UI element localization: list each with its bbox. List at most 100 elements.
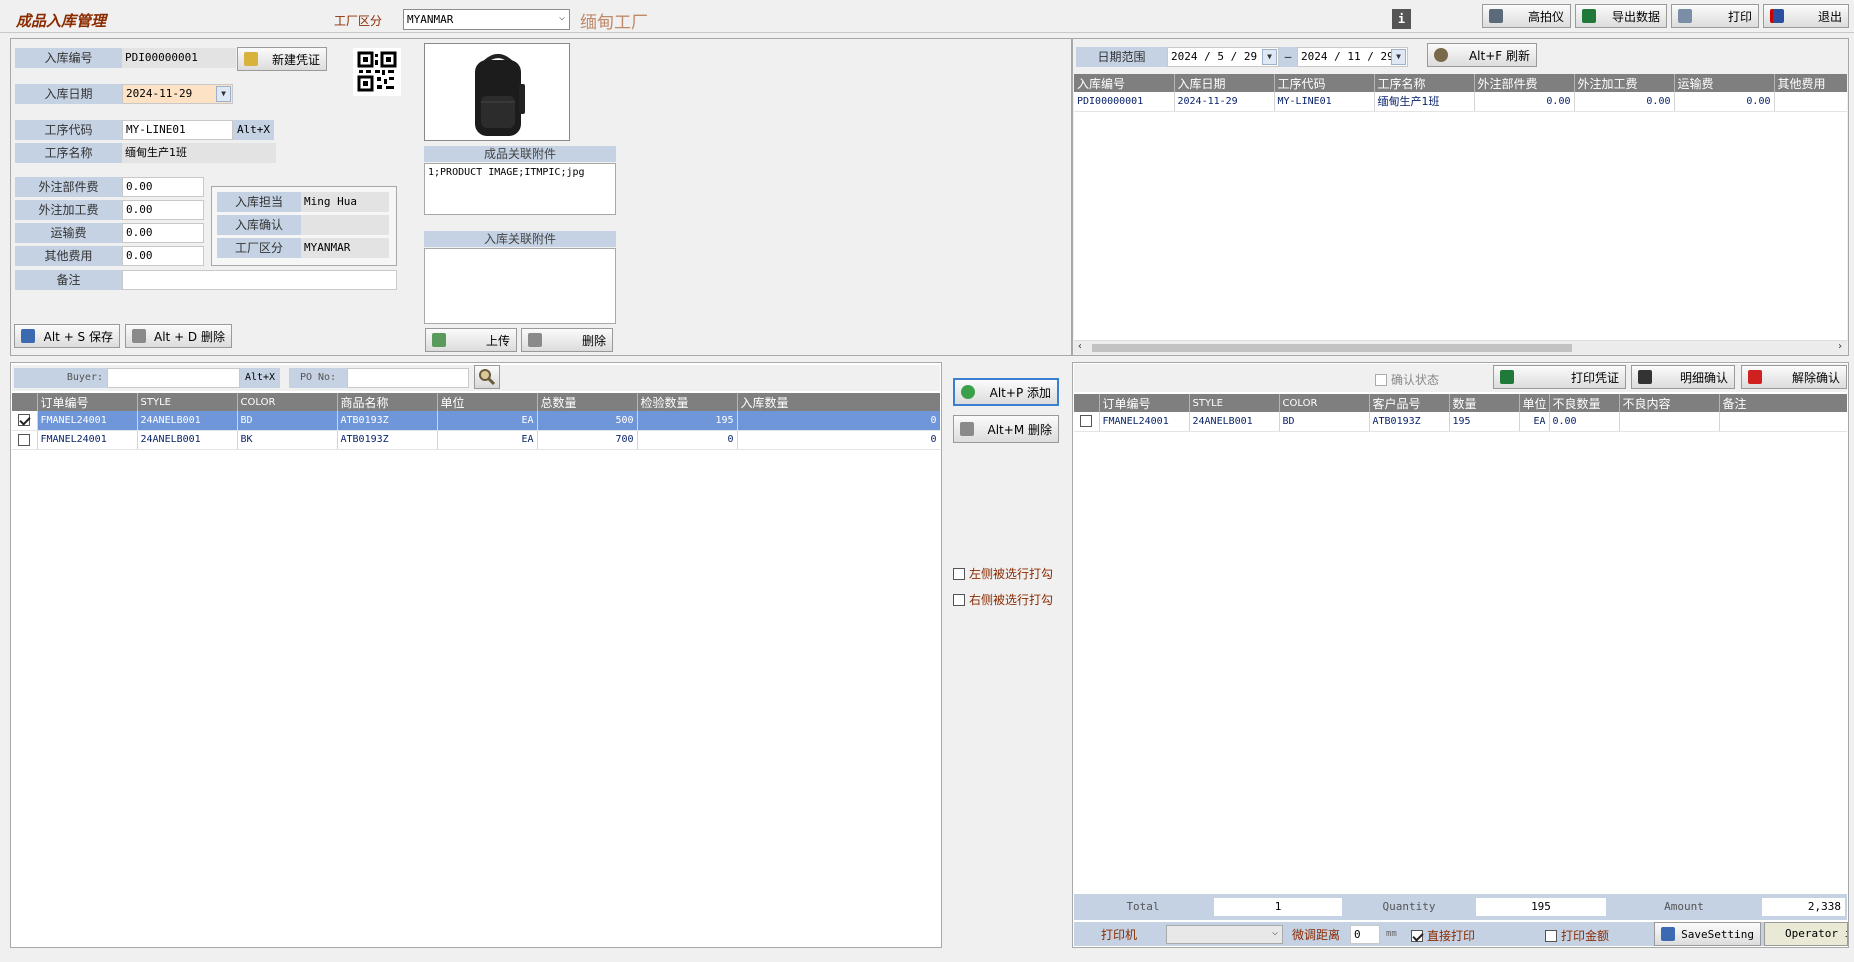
delete-button[interactable]: Alt + D 删除	[125, 324, 232, 348]
cell: PDI00000001	[1074, 92, 1175, 112]
fee-input[interactable]: 0.00	[122, 246, 204, 266]
cell: EA	[1519, 412, 1550, 432]
date-from-picker[interactable]: 2024 / 5 / 29 ▼	[1167, 47, 1279, 67]
col-header[interactable]: 总数量	[537, 393, 638, 411]
right-select-checkbox[interactable]: 右侧被选行打勾	[953, 591, 1053, 608]
cell: ATB0193Z	[1369, 412, 1450, 432]
table-row[interactable]: FMANEL24001 24ANELB001 BK ATB0193Z EA 70…	[12, 430, 940, 450]
offset-input[interactable]: 0	[1350, 925, 1380, 944]
fee-input[interactable]: 0.00	[122, 223, 204, 243]
excel-icon	[1582, 9, 1596, 23]
col-header[interactable]: 单位	[1519, 394, 1550, 412]
remark-input[interactable]	[122, 270, 397, 290]
col-header[interactable]: 其他费用	[1774, 74, 1847, 92]
fee-input[interactable]: 0.00	[122, 177, 204, 197]
row-checkbox[interactable]	[18, 433, 31, 446]
buyer-input[interactable]	[107, 368, 240, 388]
refresh-button[interactable]: Alt+F 刷新	[1427, 43, 1537, 67]
row-checkbox[interactable]	[1080, 415, 1093, 428]
product-attachment-item[interactable]: 1;PRODUCT IMAGE;ITMPIC;jpg	[428, 167, 585, 178]
col-header[interactable]: 数量	[1449, 394, 1520, 412]
col-header[interactable]: 入库编号	[1074, 74, 1175, 92]
po-input[interactable]	[347, 368, 469, 388]
detail-confirm-button[interactable]: 明细确认	[1631, 365, 1735, 389]
order-grid: 订单编号 STYLE COLOR 商品名称 单位 总数量 检验数量 入库数量 F…	[12, 393, 940, 945]
proc-code-lookup-button[interactable]: Alt+X	[233, 120, 274, 140]
cancel-confirm-button[interactable]: 解除确认	[1741, 365, 1847, 389]
table-row[interactable]: FMANEL24001 24ANELB001 BD ATB0193Z 195 E…	[1074, 412, 1847, 432]
add-button[interactable]: Alt+P 添加	[953, 378, 1059, 406]
col-header[interactable]: 检验数量	[637, 393, 738, 411]
checkbox[interactable]	[953, 567, 965, 580]
buyer-lookup-button[interactable]: Alt+X	[240, 368, 280, 388]
col-header[interactable]: 运输费	[1674, 74, 1775, 92]
search-icon	[1434, 48, 1448, 62]
horizontal-scrollbar[interactable]: ‹ ›	[1074, 340, 1847, 354]
row-checkbox[interactable]	[18, 414, 31, 427]
row-checkbox-cell[interactable]	[12, 411, 38, 431]
confirm-state-checkbox[interactable]: 确认状态	[1375, 371, 1439, 388]
attachment-delete-button[interactable]: 删除	[521, 328, 613, 352]
col-header	[12, 393, 38, 411]
col-header[interactable]: 商品名称	[337, 393, 438, 411]
col-header[interactable]: 工序代码	[1274, 74, 1375, 92]
factory-select[interactable]: MYANMAR ⌵	[403, 9, 570, 30]
print-voucher-button[interactable]: 打印凭证	[1493, 365, 1626, 389]
printer-select[interactable]: ⌵	[1166, 925, 1283, 944]
cell: EA	[437, 430, 538, 450]
product-attachment-header: 成品关联附件	[424, 146, 616, 162]
col-header[interactable]: STYLE	[1189, 394, 1280, 412]
col-header[interactable]: COLOR	[1279, 394, 1370, 412]
cell: 0	[637, 430, 738, 450]
factory-area-value: MYANMAR	[301, 238, 389, 258]
table-row[interactable]: PDI00000001 2024-11-29 MY-LINE01 缅甸生产1班 …	[1074, 92, 1847, 112]
amount-value: 2,338	[1762, 898, 1845, 916]
row-checkbox-cell[interactable]	[12, 430, 38, 450]
save-setting-button[interactable]: SaveSetting	[1654, 922, 1761, 946]
receipt-no-value: PDI00000001	[122, 48, 236, 68]
left-select-checkbox[interactable]: 左侧被选行打勾	[953, 565, 1053, 582]
fee-input[interactable]: 0.00	[122, 200, 204, 220]
row-checkbox-cell[interactable]	[1074, 412, 1100, 432]
scroll-left-icon[interactable]: ‹	[1077, 341, 1083, 352]
print-button[interactable]: 打印	[1671, 4, 1759, 28]
col-header[interactable]: 订单编号	[1099, 394, 1190, 412]
col-header[interactable]: 外注加工费	[1574, 74, 1675, 92]
export-button[interactable]: 导出数据	[1575, 4, 1667, 28]
col-header[interactable]: STYLE	[137, 393, 238, 411]
col-header[interactable]: 备注	[1719, 394, 1847, 412]
checkbox[interactable]	[1545, 929, 1557, 942]
date-to-picker[interactable]: 2024 / 11 / 29 ▼	[1297, 47, 1408, 67]
upload-button[interactable]: 上传	[425, 328, 517, 352]
col-header	[1074, 394, 1100, 412]
save-button[interactable]: Alt + S 保存	[14, 324, 120, 348]
camera-button[interactable]: 高拍仪	[1482, 4, 1571, 28]
col-header[interactable]: COLOR	[237, 393, 338, 411]
col-header[interactable]: 外注部件费	[1474, 74, 1575, 92]
col-header[interactable]: 不良数量	[1549, 394, 1620, 412]
col-header[interactable]: 客户品号	[1369, 394, 1450, 412]
col-header[interactable]: 入库数量	[737, 393, 940, 411]
search-button[interactable]	[474, 365, 500, 389]
info-button[interactable]: i	[1392, 9, 1411, 29]
scroll-right-icon[interactable]: ›	[1837, 341, 1843, 352]
remove-button[interactable]: Alt+M 删除	[953, 415, 1059, 443]
col-header[interactable]: 单位	[437, 393, 538, 411]
checkbox[interactable]	[953, 593, 965, 606]
checkbox[interactable]	[1375, 373, 1387, 386]
scrollbar-thumb[interactable]	[1092, 344, 1572, 352]
receipt-attachment-list[interactable]	[424, 248, 616, 324]
checkbox[interactable]	[1411, 929, 1423, 942]
proc-code-input[interactable]: MY-LINE01	[122, 120, 233, 140]
exit-button[interactable]: 退出	[1763, 4, 1849, 28]
new-voucher-button[interactable]: 新建凭证	[237, 47, 327, 71]
col-header[interactable]: 入库日期	[1174, 74, 1275, 92]
col-header[interactable]: 工序名称	[1374, 74, 1475, 92]
col-header[interactable]: 订单编号	[37, 393, 138, 411]
direct-print-checkbox[interactable]: 直接打印	[1411, 927, 1475, 944]
print-amount-checkbox[interactable]: 打印金额	[1545, 927, 1609, 944]
table-row[interactable]: FMANEL24001 24ANELB001 BD ATB0193Z EA 50…	[12, 411, 940, 431]
col-header[interactable]: 不良内容	[1619, 394, 1720, 412]
product-attachment-list[interactable]: 1;PRODUCT IMAGE;ITMPIC;jpg	[424, 163, 616, 215]
receipt-date-picker[interactable]: 2024-11-29 ▼	[122, 84, 233, 104]
